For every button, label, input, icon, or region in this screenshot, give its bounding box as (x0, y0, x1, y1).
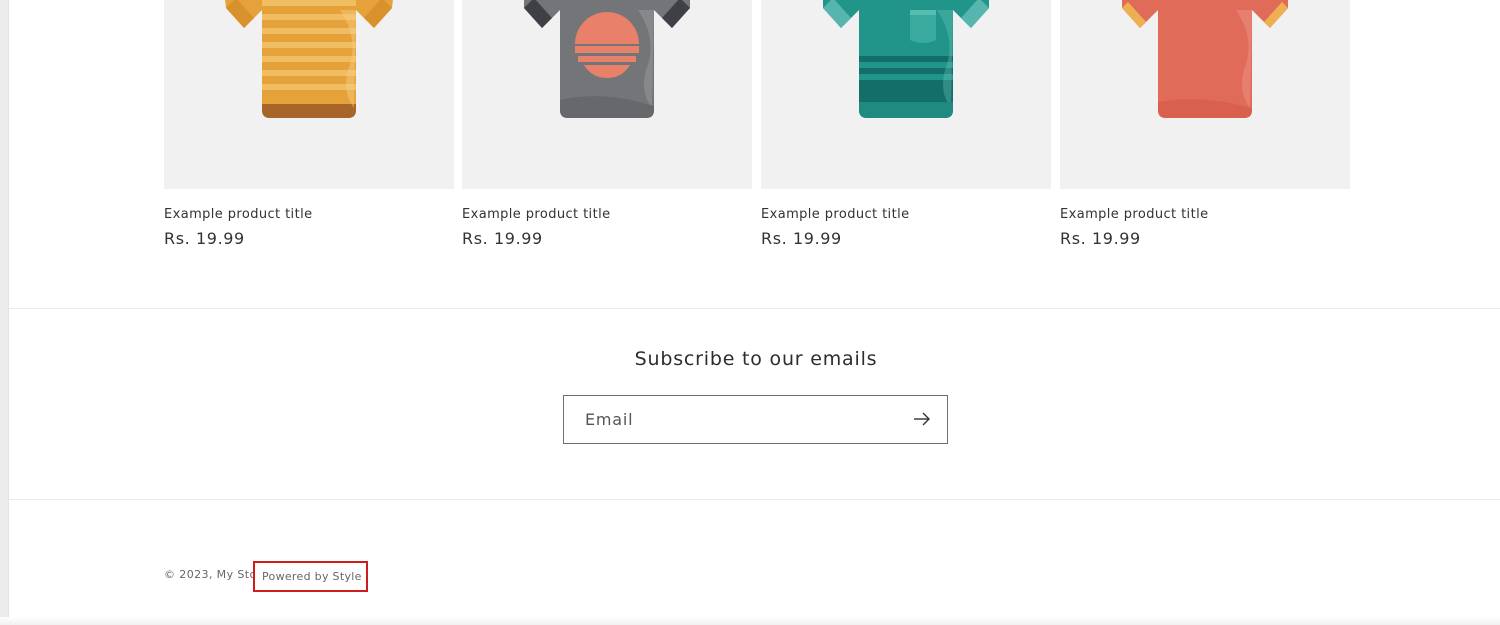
product-card[interactable]: Example product title Rs. 19.99 (761, 0, 1051, 260)
tshirt-gray-sunset-icon (524, 0, 690, 118)
powered-by-link[interactable]: Powered by Style (253, 561, 368, 592)
newsletter-heading: Subscribe to our emails (634, 348, 878, 370)
product-card[interactable]: Example product title Rs. 19.99 (462, 0, 752, 260)
tshirt-coral-icon (1122, 0, 1288, 118)
section-divider (8, 308, 1500, 309)
product-image[interactable] (761, 0, 1051, 189)
newsletter-form (563, 395, 948, 444)
store-page: Example product title Rs. 19.99 Example … (0, 0, 1500, 625)
email-field[interactable] (585, 396, 895, 443)
page-left-edge (0, 0, 9, 625)
product-card[interactable]: Example product title Rs. 19.99 (1060, 0, 1350, 260)
product-image[interactable] (462, 0, 752, 189)
footer-divider (8, 499, 1500, 500)
product-title[interactable]: Example product title (761, 207, 909, 222)
arrow-right-icon (914, 412, 930, 426)
tshirt-orange-striped-icon (225, 0, 393, 118)
product-grid: Example product title Rs. 19.99 Example … (164, 0, 1350, 260)
product-title[interactable]: Example product title (462, 207, 610, 222)
product-price: Rs. 19.99 (164, 229, 245, 248)
product-title[interactable]: Example product title (1060, 207, 1208, 222)
product-image[interactable] (1060, 0, 1350, 189)
product-price: Rs. 19.99 (462, 229, 543, 248)
page-bottom-edge (0, 617, 1500, 625)
product-card[interactable]: Example product title Rs. 19.99 (164, 0, 454, 260)
product-title[interactable]: Example product title (164, 207, 312, 222)
product-image[interactable] (164, 0, 454, 189)
subscribe-button[interactable] (899, 396, 947, 443)
tshirt-teal-pocket-icon (823, 0, 989, 118)
product-price: Rs. 19.99 (761, 229, 842, 248)
product-price: Rs. 19.99 (1060, 229, 1141, 248)
